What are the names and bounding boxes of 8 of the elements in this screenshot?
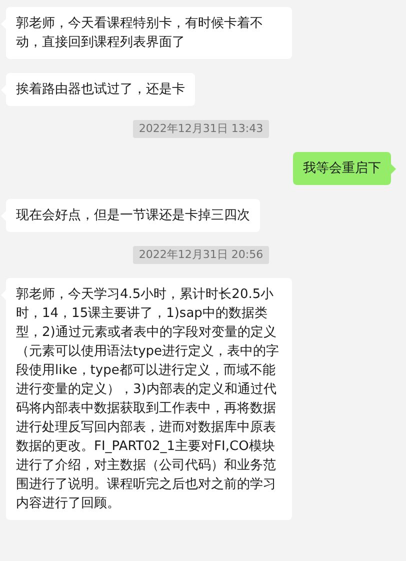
bubble-tail	[391, 164, 396, 174]
message-bubble: 我等会重启下	[293, 152, 391, 185]
message-bubble: 郭老师，今天看课程特别卡，有时候卡着不动，直接回到课程列表界面了	[6, 7, 292, 59]
message-bubble: 现在会好点，但是一节课还是卡掉三四次	[6, 199, 260, 232]
timestamp: 2022年12月31日 20:56	[132, 246, 270, 264]
timestamp: 2022年12月31日 13:43	[132, 120, 270, 138]
message-bubble: 郭老师，今天学习4.5小时，累计时长20.5小时，14，15课主要讲了，1)sap中的数据类型，2)通过元素或者表中的字段对变量的定义（元素可以使用语法type进行定义，表中的字段使用like，type都可以进行定义，而域不能进行变量的定义），3)内部表的定义和通过代码将内部表中数据获取到工作表中，再将数据进行处理反写回内部表，进而对数据库中原表数据的更改。FI_PART02_1主要对FI,CO模块进行了介绍，对主数据（公司代码）和业务范围进行了说明。课程听完之后也对之前的学习内容进行了回顾。	[6, 278, 292, 520]
message-bubble: 挨着路由器也试过了，还是卡	[6, 73, 195, 106]
